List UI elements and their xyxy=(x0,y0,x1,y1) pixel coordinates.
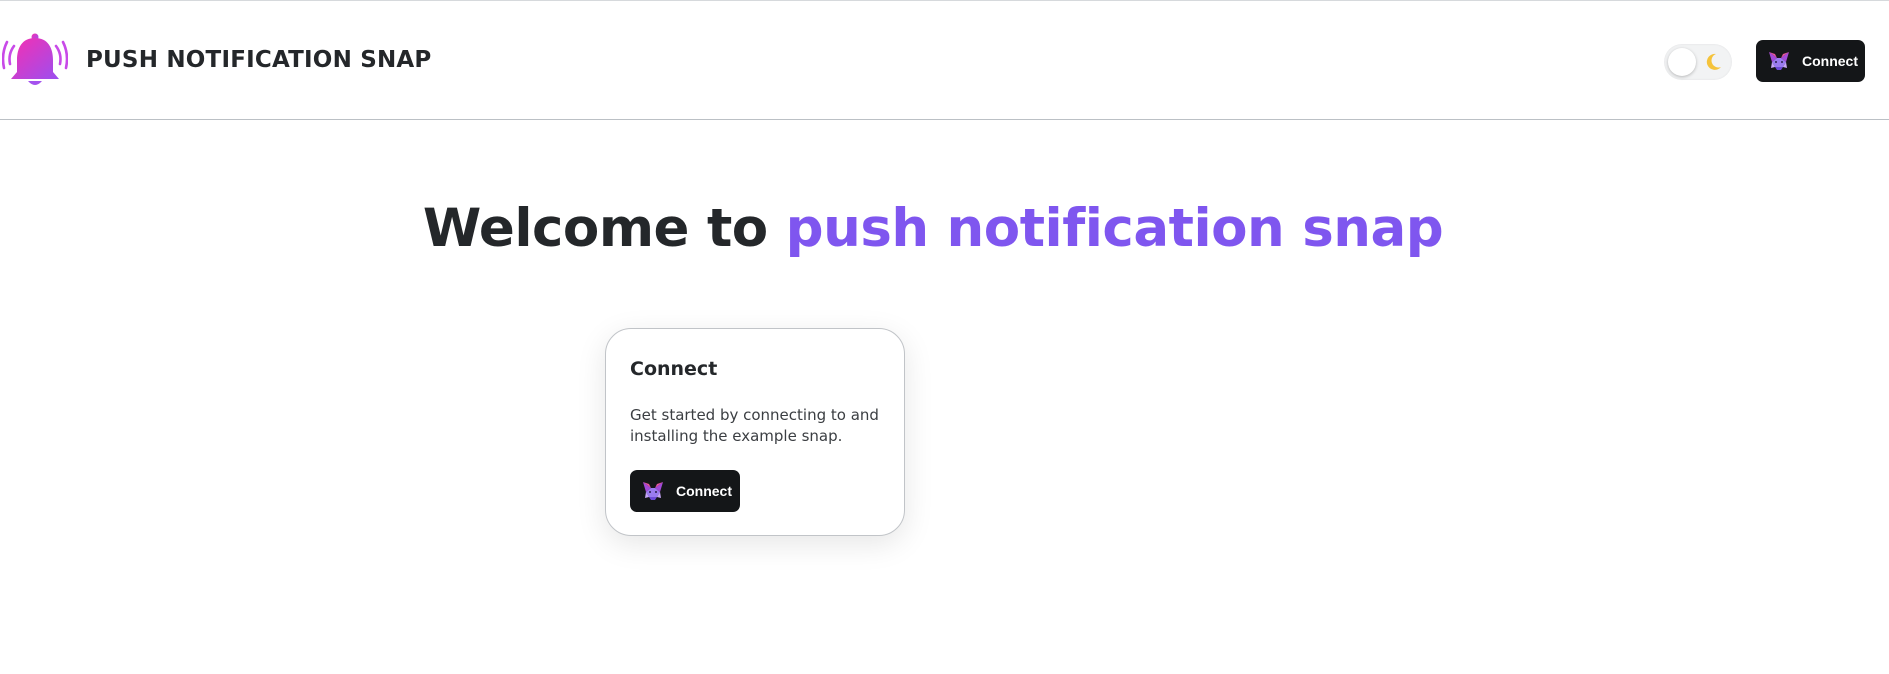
app-header: PUSH NOTIFICATION SNAP Connect xyxy=(0,1,1889,120)
card-description: Get started by connecting to and install… xyxy=(630,406,879,445)
header-connect-label: Connect xyxy=(1802,53,1858,69)
card-title: Connect xyxy=(630,358,718,380)
moon-icon xyxy=(1706,53,1721,70)
card-connect-label: Connect xyxy=(676,483,732,499)
metamask-fox-icon xyxy=(1769,52,1789,70)
welcome-heading-accent: push notification snap xyxy=(785,198,1444,259)
bell-notification-icon xyxy=(2,33,68,85)
welcome-heading: Welcome to push notification snap xyxy=(0,198,1866,259)
theme-toggle[interactable] xyxy=(1664,44,1732,80)
header-connect-button[interactable]: Connect xyxy=(1756,40,1865,82)
app-title: PUSH NOTIFICATION SNAP xyxy=(86,47,432,73)
card-connect-button[interactable]: Connect xyxy=(630,470,740,512)
metamask-fox-icon xyxy=(643,482,663,500)
connect-card: Connect Get started by connecting to and… xyxy=(605,328,905,536)
toggle-knob xyxy=(1668,48,1696,76)
welcome-heading-prefix: Welcome to xyxy=(422,198,768,259)
